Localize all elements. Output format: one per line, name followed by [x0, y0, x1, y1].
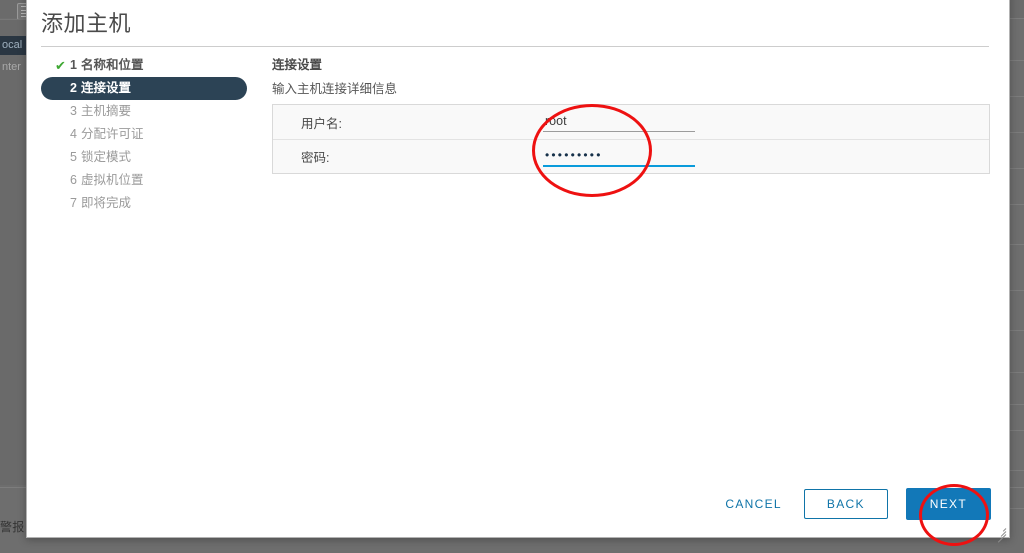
background-tree-item[interactable]: nter	[0, 58, 26, 76]
pane-heading: 连接设置	[272, 58, 323, 72]
username-input[interactable]	[543, 113, 695, 132]
cancel-button[interactable]: CANCEL	[721, 491, 785, 517]
wizard-step-3-label: 主机摘要	[80, 104, 131, 118]
username-row: 用户名:	[273, 105, 989, 139]
wizard-step-7-label: 即将完成	[80, 196, 131, 210]
wizard-step-2[interactable]: 2 连接设置	[41, 77, 247, 100]
check-icon: ✔	[55, 58, 66, 73]
wizard-step-2-number: 2	[70, 81, 77, 95]
content-pane-header: 连接设置 输入主机连接详细信息	[272, 54, 990, 110]
wizard-step-7[interactable]: 7 即将完成	[41, 192, 247, 215]
dialog-title: 添加主机	[41, 11, 132, 36]
background-table-rows	[1008, 0, 1024, 553]
wizard-step-6-number: 6	[70, 173, 77, 187]
password-label: 密码:	[301, 151, 330, 165]
wizard-step-5-number: 5	[70, 150, 77, 164]
wizard-step-4-label: 分配许可证	[80, 127, 144, 141]
wizard-step-1-label: 名称和位置	[80, 58, 144, 72]
wizard-step-3[interactable]: 3 主机摘要	[41, 100, 247, 123]
wizard-step-1[interactable]: ✔ 1 名称和位置	[41, 54, 247, 77]
back-button[interactable]: BACK	[803, 489, 888, 519]
pane-subheading: 输入主机连接详细信息	[272, 82, 398, 96]
screen-root: ocal nter 警报 添加主机 ✔ 1 名称和位置 2 连接设置 3 主机摘…	[0, 0, 1024, 553]
background-sidebar	[0, 19, 26, 485]
wizard-step-4-number: 4	[70, 127, 77, 141]
dialog-footer: CANCEL BACK NEXT	[27, 479, 1009, 543]
password-input[interactable]	[543, 147, 695, 167]
background-alerts-label[interactable]: 警报	[0, 518, 25, 535]
wizard-step-7-number: 7	[70, 196, 77, 210]
wizard-step-6-label: 虚拟机位置	[80, 173, 144, 187]
username-label: 用户名:	[301, 116, 342, 131]
wizard-step-2-label: 连接设置	[80, 81, 131, 95]
resize-handle-icon[interactable]	[995, 524, 1007, 543]
password-row: 密码:	[273, 139, 989, 173]
username-field-wrapper	[543, 112, 833, 132]
connection-settings-form: 用户名: 密码:	[272, 104, 990, 174]
title-divider	[41, 46, 989, 47]
add-host-dialog: 添加主机 ✔ 1 名称和位置 2 连接设置 3 主机摘要 4 分配许可证 5 锁定模式 6…	[26, 0, 1010, 543]
wizard-step-3-number: 3	[70, 104, 77, 118]
wizard-step-5-label: 锁定模式	[80, 150, 131, 164]
wizard-step-1-number: 1	[70, 58, 77, 72]
wizard-step-5[interactable]: 5 锁定模式	[41, 146, 247, 169]
next-button[interactable]: NEXT	[905, 488, 991, 520]
wizard-step-6[interactable]: 6 虚拟机位置	[41, 169, 247, 192]
password-field-wrapper	[543, 146, 833, 167]
dialog-button-group: CANCEL BACK NEXT	[721, 488, 991, 520]
background-tree-selected-label: ocal	[2, 39, 23, 51]
wizard-step-list: ✔ 1 名称和位置 2 连接设置 3 主机摘要 4 分配许可证 5 锁定模式 6 虚拟机位置…	[41, 54, 247, 215]
wizard-step-4[interactable]: 4 分配许可证	[41, 123, 247, 146]
background-tree-selected-item[interactable]: ocal	[0, 36, 26, 55]
